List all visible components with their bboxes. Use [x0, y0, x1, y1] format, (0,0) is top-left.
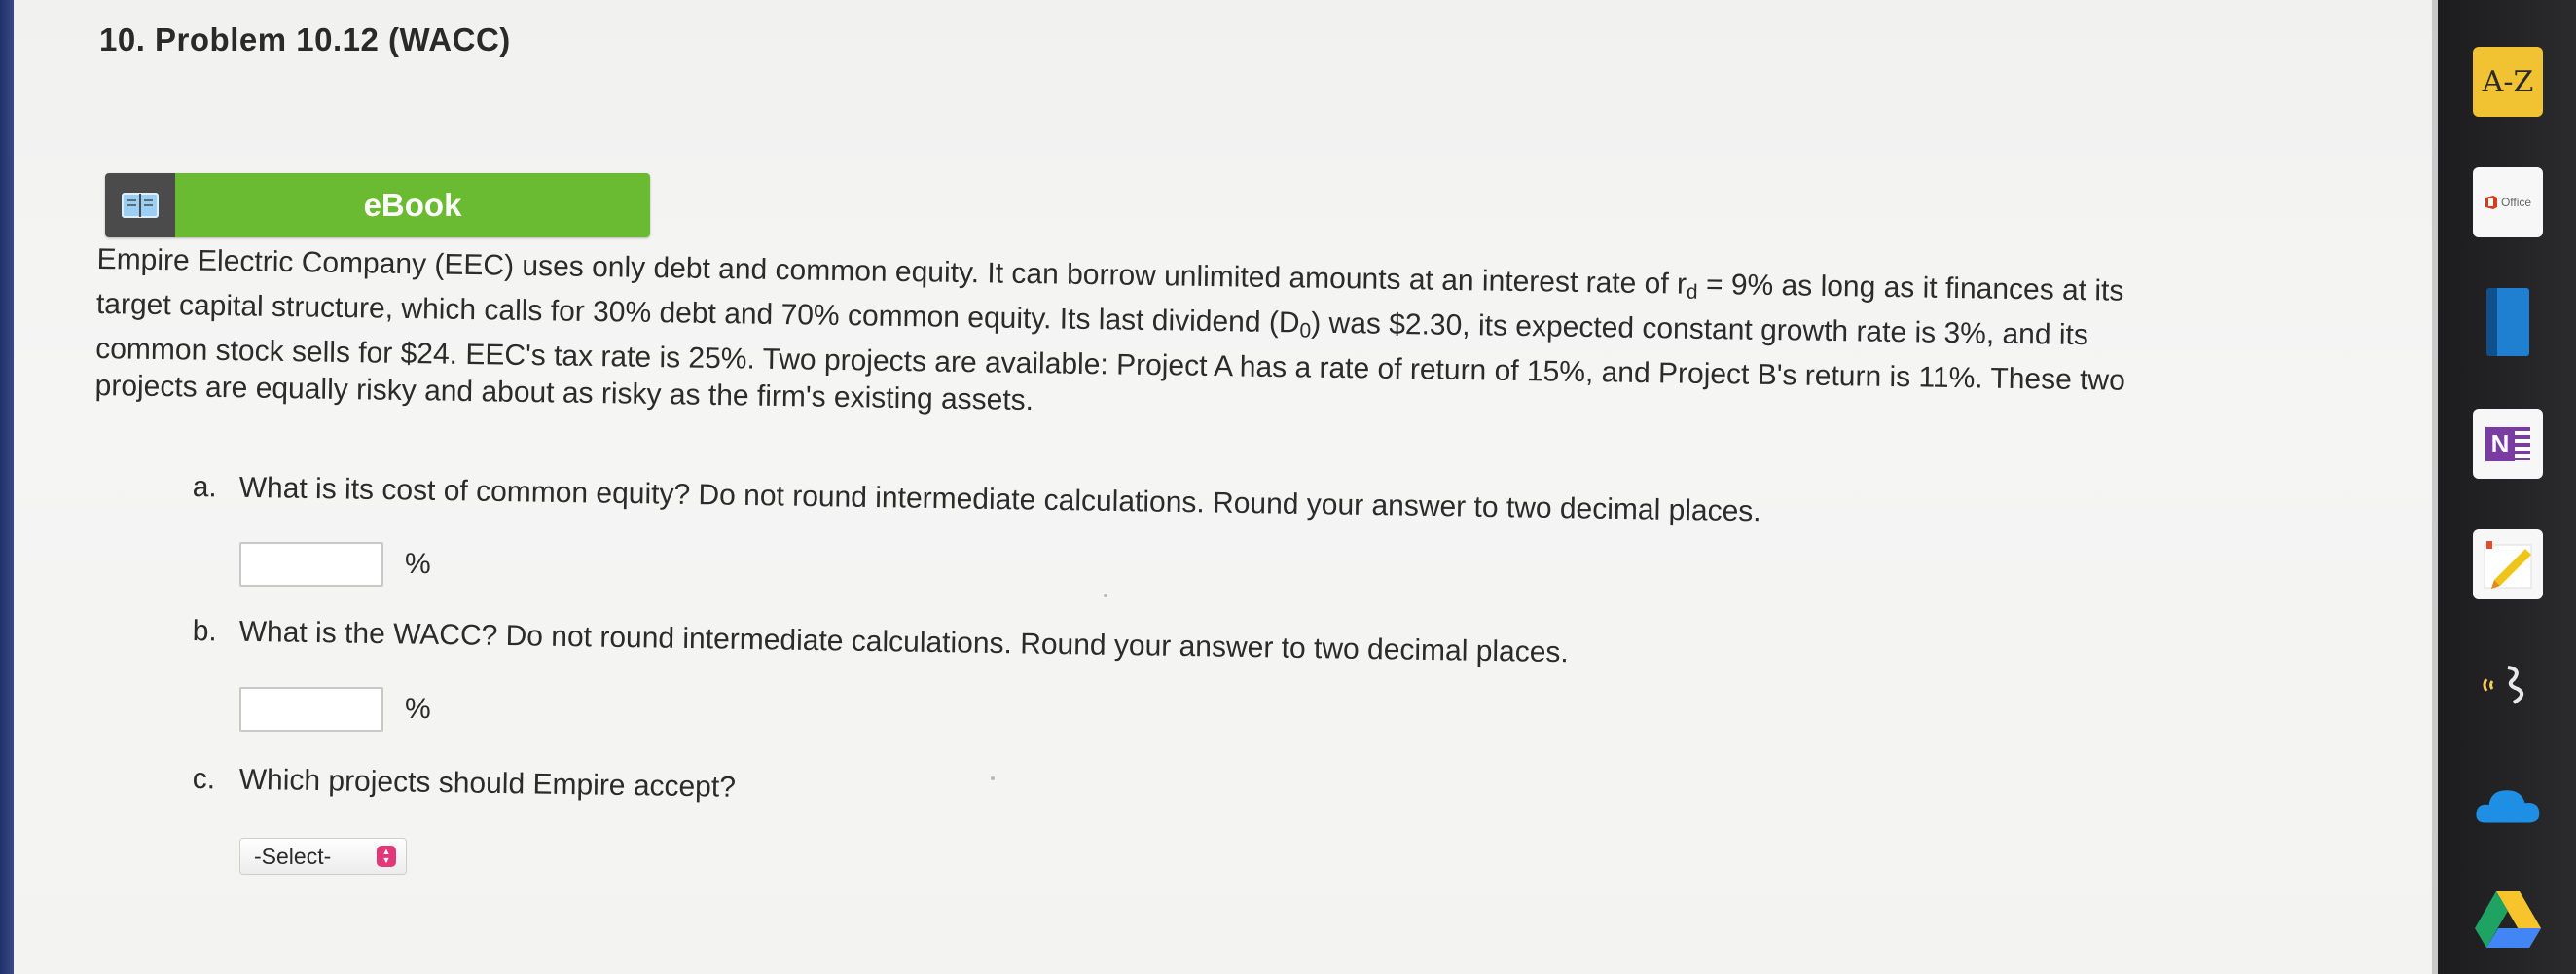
- cost-of-equity-input[interactable]: [239, 542, 383, 587]
- percent-unit-b: %: [405, 693, 431, 725]
- question-b-letter: b.: [192, 615, 218, 648]
- problem-statement: Empire Electric Company (EEC) uses only …: [94, 241, 2354, 440]
- question-a-letter: a.: [192, 471, 218, 504]
- question-a-text: What is its cost of common equity? Do no…: [238, 471, 1761, 528]
- answer-a-row: %: [239, 542, 431, 587]
- projects-select-value: -Select-: [254, 843, 332, 869]
- assignment-page: 10. Problem 10.12 (WACC) eBook Empire El…: [0, 0, 2438, 974]
- wacc-input[interactable]: [239, 687, 383, 732]
- screen-speck: [991, 776, 995, 780]
- dictionary-icon[interactable]: A-Z: [2473, 47, 2543, 117]
- book-icon: [105, 173, 175, 237]
- question-c-letter: c.: [192, 763, 216, 796]
- ebook-button[interactable]: eBook: [105, 173, 650, 237]
- question-c-text: Which projects should Empire accept?: [238, 763, 737, 804]
- projects-select[interactable]: -Select- ▲ ▼: [239, 838, 407, 875]
- notes-icon[interactable]: [2473, 529, 2543, 599]
- question-a: a. What is its cost of common equity? Do …: [192, 471, 1760, 528]
- screen: 10. Problem 10.12 (WACC) eBook Empire El…: [0, 0, 2576, 974]
- google-drive-icon[interactable]: [2473, 885, 2543, 956]
- book-app-icon[interactable]: [2486, 288, 2529, 356]
- problem-title: 10. Problem 10.12 (WACC): [99, 21, 511, 57]
- app-dock: A-Z Office N: [2438, 0, 2576, 974]
- question-b-text: What is the WACC? Do not round intermedi…: [238, 615, 1570, 669]
- onenote-icon[interactable]: N: [2473, 409, 2543, 479]
- screen-speck: [1104, 594, 1107, 597]
- onedrive-icon[interactable]: [2473, 771, 2543, 841]
- ebook-label: eBook: [175, 173, 650, 237]
- voice-memo-icon[interactable]: [2473, 650, 2543, 720]
- question-c: c. Which projects should Empire accept?: [192, 763, 736, 805]
- office-icon[interactable]: Office: [2473, 167, 2543, 237]
- answer-b-row: %: [239, 687, 431, 732]
- select-arrows-icon: ▲ ▼: [377, 846, 396, 867]
- percent-unit-a: %: [405, 548, 431, 580]
- question-b: b. What is the WACC? Do not round interme…: [192, 615, 1569, 669]
- window-edge: [0, 0, 14, 974]
